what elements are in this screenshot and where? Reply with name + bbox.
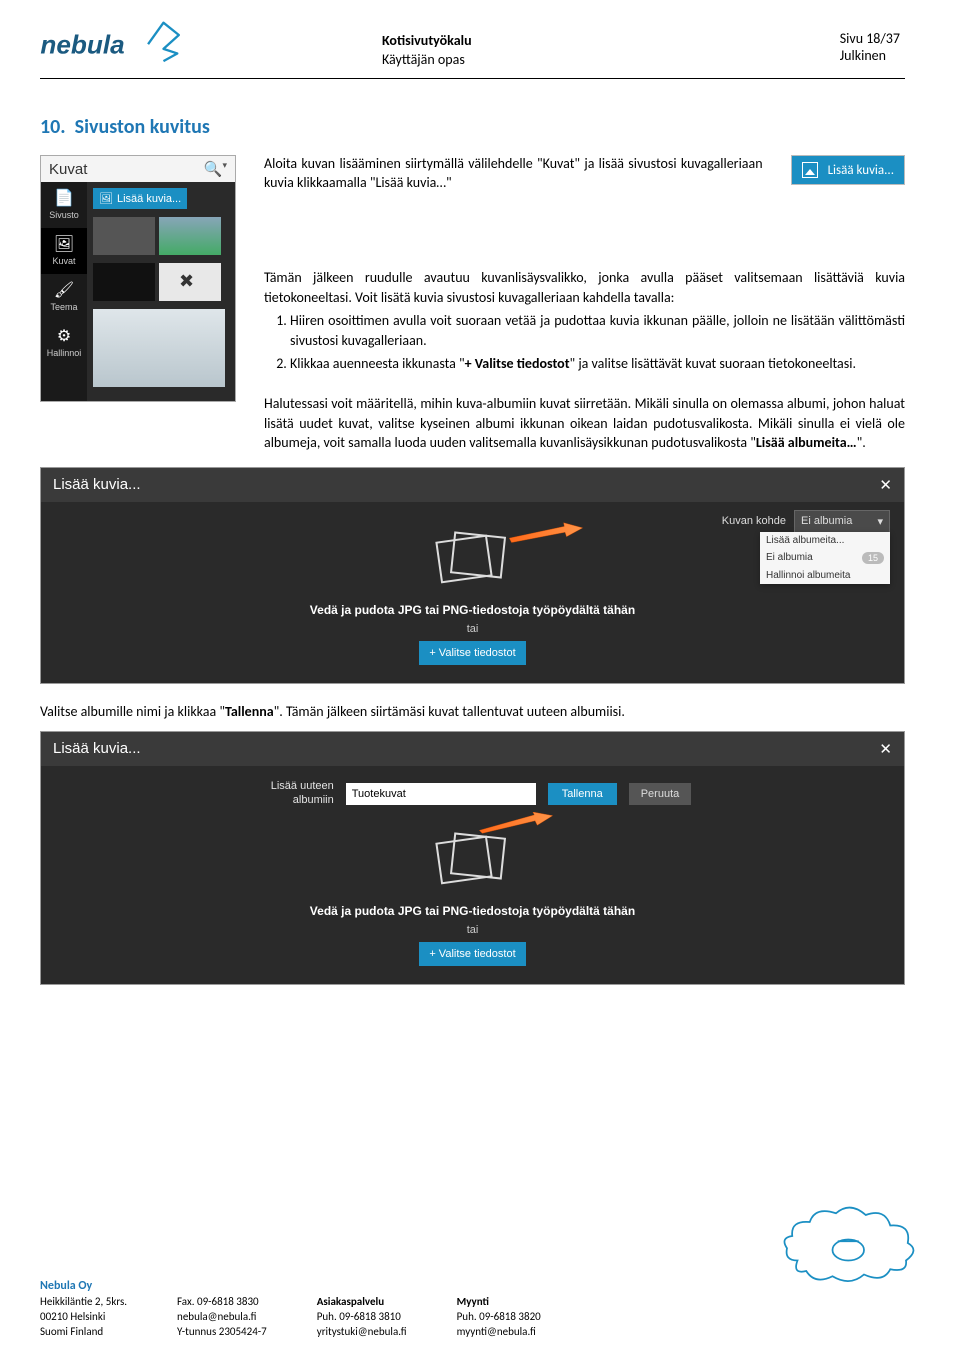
cancel-button[interactable]: Peruuta <box>629 783 692 805</box>
paragraph-3: Halutessasi voit määritellä, mihin kuva-… <box>264 394 905 453</box>
nav-kuvat[interactable]: 🖼Kuvat <box>41 228 87 274</box>
dropdown-add-albums: Lisää albumeita... <box>760 532 890 549</box>
drop-hint: Vedä ja pudota JPG tai PNG-tiedostoja ty… <box>59 904 886 918</box>
screenshot-add-button: Lisää kuvia... <box>791 155 905 185</box>
doc-subtitle: Käyttäjän opas <box>382 51 612 68</box>
add-images-button[interactable]: 🖼 Lisää kuvia... <box>93 188 187 209</box>
screenshot-sidebar: Kuvat 🔍▾ 📄Sivusto 🖼Kuvat 🖌Teema ⚙Hallinn… <box>40 155 236 402</box>
images-stack-icon <box>438 530 508 586</box>
save-button[interactable]: Tallenna <box>548 783 617 805</box>
select-files-button[interactable]: + Valitse tiedostot <box>419 641 525 665</box>
page-number: Sivu 18/37 <box>840 30 900 47</box>
header-right: Sivu 18/37 Julkinen <box>840 30 900 64</box>
dropdown-manage-albums: Hallinnoi albumeita <box>760 567 890 584</box>
nav-hallinnoi[interactable]: ⚙Hallinnoi <box>41 320 87 366</box>
nav-teema[interactable]: 🖌Teema <box>41 274 87 320</box>
doc-footer: Nebula Oy Heikkiläntie 2, 5krs. 00210 He… <box>40 1279 905 1340</box>
step-1: Hiiren osoittimen avulla voit suoraan ve… <box>290 311 905 350</box>
cloud-doodle-icon <box>780 1198 920 1288</box>
footer-col-support: Asiakaspalvelu Puh. 09-6818 3810 yrityst… <box>317 1295 407 1340</box>
footer-col-address: Heikkiläntie 2, 5krs. 00210 Helsinki Suo… <box>40 1295 127 1340</box>
footer-brand: Nebula Oy <box>40 1279 905 1293</box>
album-select[interactable]: Ei albumia▾ <box>794 510 890 533</box>
or-label: tai <box>59 924 886 936</box>
doc-header: nebula Kotisivutyökalu Käyttäjän opas Si… <box>0 0 960 100</box>
header-rule <box>40 78 905 79</box>
add-images-hint-btn[interactable]: Lisää kuvia... <box>792 156 904 184</box>
dialog-title: Lisää kuvia... <box>53 476 141 494</box>
paragraph-2: Tämän jälkeen ruudulle avautuu kuvanlisä… <box>264 268 905 374</box>
images-stack-icon <box>438 831 508 887</box>
new-album-label: Lisää uuteen albumiin <box>254 780 334 806</box>
drop-hint: Vedä ja pudota JPG tai PNG-tiedostoja ty… <box>59 603 886 617</box>
step-2: Klikkaa auenneesta ikkunasta "+ Valitse … <box>290 354 905 374</box>
nebula-logo: nebula <box>40 15 210 80</box>
panel-title: Kuvat <box>49 161 87 178</box>
or-label: tai <box>59 623 886 635</box>
header-center: Kotisivutyökalu Käyttäjän opas <box>380 30 614 70</box>
close-icon[interactable]: ✕ <box>879 740 892 758</box>
image-icon <box>802 162 818 178</box>
nav-sivusto[interactable]: 📄Sivusto <box>41 182 87 228</box>
nav-rail: 📄Sivusto 🖼Kuvat 🖌Teema ⚙Hallinnoi <box>41 182 87 401</box>
close-icon[interactable]: ✕ <box>879 476 892 494</box>
target-label: Kuvan kohde <box>722 515 786 527</box>
screenshot-dialog-new-album: Lisää kuvia... ✕ Lisää uuteen albumiin T… <box>40 731 905 984</box>
doc-title: Kotisivutyökalu <box>382 32 472 49</box>
svg-text:nebula: nebula <box>40 29 124 59</box>
search-icon[interactable]: 🔍▾ <box>204 160 227 178</box>
footer-col-sales: Myynti Puh. 09-6818 3820 myynti@nebula.f… <box>457 1295 541 1340</box>
footer-col-contact: Fax. 09-6818 3830 nebula@nebula.fi Y-tun… <box>177 1295 267 1340</box>
paragraph-4: Valitse albumille nimi ja klikkaa "Talle… <box>40 702 905 722</box>
select-files-button[interactable]: + Valitse tiedostot <box>419 942 525 966</box>
section-heading: 10. Sivuston kuvitus <box>40 115 905 139</box>
dialog-title: Lisää kuvia... <box>53 740 141 758</box>
album-dropdown[interactable]: Lisää albumeita... Ei albumia15 Hallinno… <box>760 532 890 584</box>
classification-label: Julkinen <box>840 47 900 64</box>
album-name-input[interactable] <box>346 783 536 805</box>
intro-paragraph: Aloita kuvan lisääminen siirtymällä väli… <box>264 155 763 193</box>
chevron-down-icon: ▾ <box>877 515 883 528</box>
dropdown-no-album: Ei albumia15 <box>760 549 890 567</box>
screenshot-dialog-album-dropdown: Lisää kuvia... ✕ Kuvan kohde Ei albumia▾… <box>40 467 905 684</box>
